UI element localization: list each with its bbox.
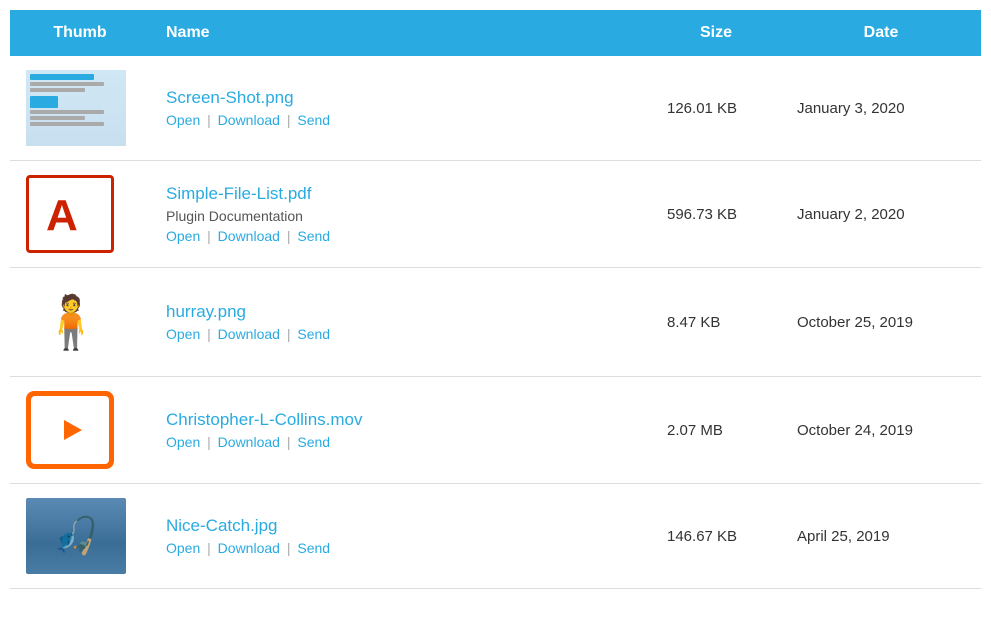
send-link[interactable]: Send: [297, 540, 330, 556]
download-link[interactable]: Download: [218, 540, 280, 556]
file-name-link[interactable]: hurray.png: [166, 302, 635, 322]
open-link[interactable]: Open: [166, 326, 200, 342]
file-description: Plugin Documentation: [166, 208, 635, 224]
thumbnail-screenshot: [26, 70, 126, 146]
table-row: A Simple-File-List.pdf Plugin Documentat…: [10, 161, 981, 268]
separator-2: |: [287, 326, 295, 342]
thumbnail-homer: 🧍: [26, 282, 116, 362]
file-name-link[interactable]: Christopher-L-Collins.mov: [166, 410, 635, 430]
date-cell: January 3, 2020: [781, 56, 981, 161]
size-cell: 2.07 MB: [651, 377, 781, 484]
header-date: Date: [781, 10, 981, 56]
open-link[interactable]: Open: [166, 434, 200, 450]
file-actions: Open | Download | Send: [166, 540, 635, 556]
send-link[interactable]: Send: [297, 434, 330, 450]
header-name: Name: [150, 10, 651, 56]
thumbnail-fish: 🎣: [26, 498, 126, 574]
separator-1: |: [207, 434, 215, 450]
size-cell: 126.01 KB: [651, 56, 781, 161]
table-row: Christopher-L-Collins.mov Open | Downloa…: [10, 377, 981, 484]
table-header-row: Thumb Name Size Date: [10, 10, 981, 56]
file-actions: Open | Download | Send: [166, 326, 635, 342]
name-cell: Screen-Shot.png Open | Download | Send: [150, 56, 651, 161]
thumbnail-video: [26, 391, 114, 469]
file-actions: Open | Download | Send: [166, 112, 635, 128]
date-cell: April 25, 2019: [781, 484, 981, 589]
name-cell: hurray.png Open | Download | Send: [150, 268, 651, 377]
table-row: 🧍 hurray.png Open | Download | Send 8.47…: [10, 268, 981, 377]
thumbnail-pdf: A: [26, 175, 114, 253]
file-actions: Open | Download | Send: [166, 434, 635, 450]
separator-2: |: [287, 228, 295, 244]
name-cell: Simple-File-List.pdf Plugin Documentatio…: [150, 161, 651, 268]
name-cell: Nice-Catch.jpg Open | Download | Send: [150, 484, 651, 589]
open-link[interactable]: Open: [166, 540, 200, 556]
file-name-link[interactable]: Nice-Catch.jpg: [166, 516, 635, 536]
send-link[interactable]: Send: [297, 228, 330, 244]
date-cell: January 2, 2020: [781, 161, 981, 268]
send-link[interactable]: Send: [297, 112, 330, 128]
file-list-table: Thumb Name Size Date Screen-Shot.png Ope…: [10, 10, 981, 589]
open-link[interactable]: Open: [166, 228, 200, 244]
download-link[interactable]: Download: [218, 228, 280, 244]
thumb-cell: 🎣: [10, 484, 150, 589]
size-cell: 146.67 KB: [651, 484, 781, 589]
name-cell: Christopher-L-Collins.mov Open | Downloa…: [150, 377, 651, 484]
separator-1: |: [207, 540, 215, 556]
date-cell: October 25, 2019: [781, 268, 981, 377]
separator-1: |: [207, 228, 215, 244]
download-link[interactable]: Download: [218, 434, 280, 450]
download-link[interactable]: Download: [218, 112, 280, 128]
file-actions: Open | Download | Send: [166, 228, 635, 244]
date-cell: October 24, 2019: [781, 377, 981, 484]
separator-1: |: [207, 326, 215, 342]
size-cell: 596.73 KB: [651, 161, 781, 268]
header-size: Size: [651, 10, 781, 56]
header-thumb: Thumb: [10, 10, 150, 56]
open-link[interactable]: Open: [166, 112, 200, 128]
svg-text:A: A: [46, 191, 78, 240]
file-name-link[interactable]: Screen-Shot.png: [166, 88, 635, 108]
table-row: Screen-Shot.png Open | Download | Send 1…: [10, 56, 981, 161]
download-link[interactable]: Download: [218, 326, 280, 342]
separator-2: |: [287, 540, 295, 556]
thumb-cell: [10, 377, 150, 484]
thumb-cell: 🧍: [10, 268, 150, 377]
separator-2: |: [287, 112, 295, 128]
table-row: 🎣 Nice-Catch.jpg Open | Download | Send …: [10, 484, 981, 589]
separator-1: |: [207, 112, 215, 128]
thumb-cell: [10, 56, 150, 161]
thumb-cell: A: [10, 161, 150, 268]
separator-2: |: [287, 434, 295, 450]
file-name-link[interactable]: Simple-File-List.pdf: [166, 184, 635, 204]
send-link[interactable]: Send: [297, 326, 330, 342]
size-cell: 8.47 KB: [651, 268, 781, 377]
